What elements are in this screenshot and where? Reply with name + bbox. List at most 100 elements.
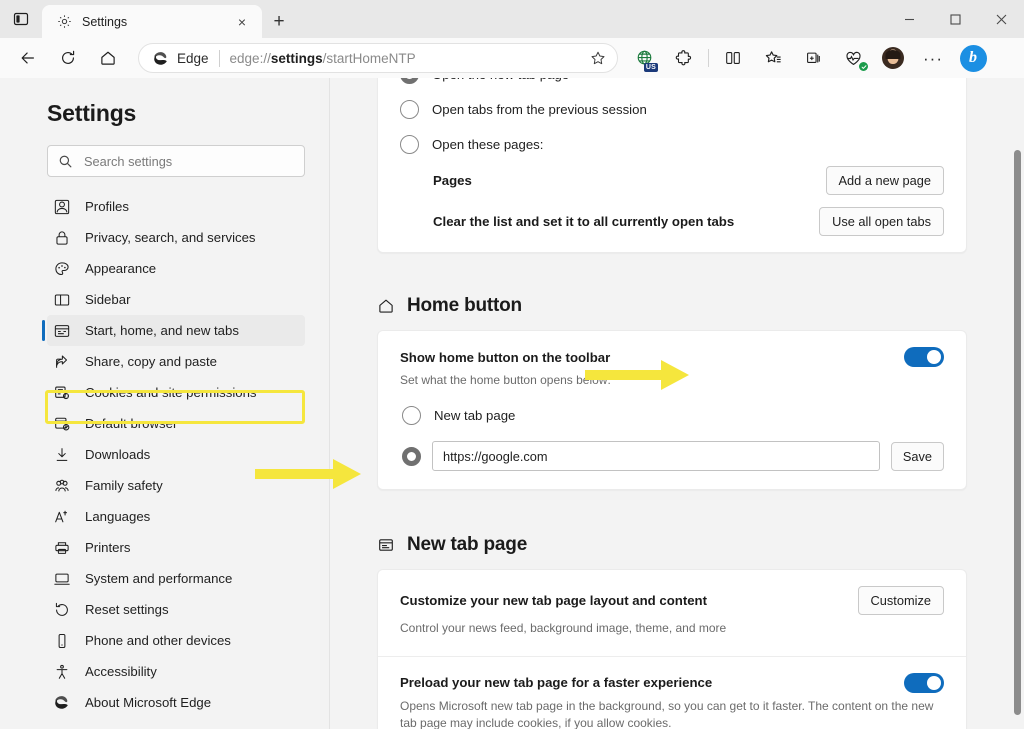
vpn-region-badge: US bbox=[643, 63, 658, 72]
show-home-button-label: Show home button on the toolbar bbox=[400, 349, 611, 365]
customize-button[interactable]: Customize bbox=[857, 586, 944, 616]
show-home-toggle[interactable] bbox=[904, 347, 944, 367]
palette-icon bbox=[52, 259, 71, 278]
sidebar-item-reset-settings[interactable]: Reset settings bbox=[47, 594, 305, 625]
sidebar-item-label: Start, home, and new tabs bbox=[85, 323, 239, 338]
radio-home-new-tab-page[interactable]: New tab page bbox=[400, 406, 944, 426]
sidebar-icon bbox=[52, 290, 71, 309]
radio-open-new-tab-page[interactable]: Open the new tab page bbox=[400, 78, 944, 84]
system-icon bbox=[52, 569, 71, 588]
window-controls bbox=[886, 0, 1024, 38]
new-tab-page-section-header: New tab page bbox=[377, 534, 1007, 556]
sidebar-item-label: Downloads bbox=[85, 447, 151, 462]
tab-close-button[interactable]: × bbox=[230, 10, 254, 34]
save-home-url-button[interactable]: Save bbox=[890, 441, 944, 471]
lock-icon bbox=[52, 228, 71, 247]
extensions-puzzle-icon[interactable] bbox=[667, 42, 701, 74]
sidebar-item-phone-and-other-devices[interactable]: Phone and other devices bbox=[47, 625, 305, 656]
browser-toolbar: Edge edge://settings/startHomeNTP US ···… bbox=[0, 38, 1024, 78]
sidebar-item-downloads[interactable]: Downloads bbox=[47, 439, 305, 470]
close-button[interactable] bbox=[978, 0, 1024, 38]
preload-ntp-label: Preload your new tab page for a faster e… bbox=[400, 675, 713, 691]
url-suffix: /startHomeNTP bbox=[322, 50, 416, 66]
bing-icon: b bbox=[959, 44, 987, 72]
profile-avatar[interactable] bbox=[876, 42, 910, 74]
home-button-card: Show home button on the toolbar Set what… bbox=[377, 330, 967, 491]
new-tab-page-card: Customize your new tab page layout and c… bbox=[377, 569, 967, 729]
browser-tab-settings[interactable]: Settings × bbox=[42, 5, 262, 38]
clear-list-label: Clear the list and set it to all current… bbox=[433, 214, 735, 229]
new-tab-button[interactable]: + bbox=[262, 5, 296, 38]
edge-logo-icon bbox=[52, 693, 71, 712]
sidebar-item-label: Languages bbox=[85, 509, 151, 524]
set-what-home-opens-label: Set what the home button opens below: bbox=[400, 373, 611, 387]
vertical-scrollbar[interactable] bbox=[1010, 78, 1024, 729]
sidebar-item-about-microsoft-edge[interactable]: About Microsoft Edge bbox=[47, 687, 305, 718]
share-icon bbox=[52, 352, 71, 371]
omnibox-url[interactable]: edge://settings/startHomeNTP bbox=[230, 51, 577, 66]
maximize-button[interactable] bbox=[932, 0, 978, 38]
settings-page: Settings Search settings Profiles Privacy… bbox=[0, 78, 1024, 729]
omnibox-brand-label: Edge bbox=[177, 50, 209, 66]
copilot-bing-button[interactable]: b bbox=[956, 42, 990, 74]
sidebar-item-cookies-and-site-permissions[interactable]: Cookies and site permissions bbox=[47, 377, 305, 408]
sidebar-item-label: Default browser bbox=[85, 416, 178, 431]
add-a-new-page-button[interactable]: Add a new page bbox=[825, 166, 944, 195]
title-bar: Settings × + bbox=[0, 0, 1024, 38]
home-url-input[interactable]: https://google.com bbox=[432, 441, 880, 472]
radio-open-these-pages[interactable]: Open these pages: bbox=[400, 135, 944, 154]
edge-logo-icon bbox=[152, 50, 169, 67]
radio-indicator bbox=[402, 406, 421, 426]
sidebar-item-label: Profiles bbox=[85, 199, 129, 214]
sidebar-item-languages[interactable]: Languages bbox=[47, 501, 305, 532]
scrollbar-thumb[interactable] bbox=[1014, 150, 1021, 715]
radio-open-previous-session[interactable]: Open tabs from the previous session bbox=[400, 100, 944, 119]
vpn-globe-icon[interactable]: US bbox=[627, 42, 661, 74]
sidebar-item-appearance[interactable]: Appearance bbox=[47, 253, 305, 284]
back-arrow-icon[interactable] bbox=[11, 42, 45, 74]
settings-sidebar: Settings Search settings Profiles Privacy… bbox=[0, 78, 330, 729]
sidebar-item-share-copy-and-paste[interactable]: Share, copy and paste bbox=[47, 346, 305, 377]
tab-search-icon[interactable] bbox=[0, 0, 42, 38]
radio-indicator bbox=[400, 78, 419, 84]
use-all-open-tabs-button[interactable]: Use all open tabs bbox=[819, 207, 944, 236]
sidebar-item-printers[interactable]: Printers bbox=[47, 532, 305, 563]
sidebar-item-label: Appearance bbox=[85, 261, 157, 276]
radio-label: Open the new tab page bbox=[432, 78, 569, 82]
avatar-image bbox=[882, 47, 904, 69]
sidebar-item-label: About Microsoft Edge bbox=[85, 695, 212, 710]
search-settings-input[interactable]: Search settings bbox=[47, 145, 305, 177]
search-icon bbox=[58, 154, 73, 169]
sidebar-item-start-home-and-new-tabs[interactable]: Start, home, and new tabs bbox=[42, 315, 305, 346]
refresh-icon[interactable] bbox=[51, 42, 85, 74]
tab-title: Settings bbox=[82, 14, 128, 29]
settings-content-pane: Open the new tab page Open tabs from the… bbox=[331, 78, 1024, 729]
home-url-radio[interactable] bbox=[402, 446, 421, 466]
sidebar-item-label: System and performance bbox=[85, 571, 233, 586]
sidebar-item-system-and-performance[interactable]: System and performance bbox=[47, 563, 305, 594]
startup-card: Open the new tab page Open tabs from the… bbox=[377, 78, 967, 253]
radio-indicator bbox=[400, 100, 419, 119]
home-icon[interactable] bbox=[91, 42, 125, 74]
sidebar-item-privacy-search-and-services[interactable]: Privacy, search, and services bbox=[47, 222, 305, 253]
toolbar-right-icons: US ··· b bbox=[624, 42, 993, 74]
cookies-icon bbox=[52, 383, 71, 402]
favorite-star-icon[interactable] bbox=[585, 45, 611, 71]
minimize-button[interactable] bbox=[886, 0, 932, 38]
more-options-button[interactable]: ··· bbox=[916, 42, 950, 74]
sidebar-item-sidebar[interactable]: Sidebar bbox=[47, 284, 305, 315]
sidebar-item-family-safety[interactable]: Family safety bbox=[47, 470, 305, 501]
split-screen-icon[interactable] bbox=[716, 42, 750, 74]
preload-ntp-toggle[interactable] bbox=[904, 672, 944, 693]
sidebar-item-default-browser[interactable]: Default browser bbox=[47, 408, 305, 439]
collections-icon[interactable] bbox=[796, 42, 830, 74]
printer-icon bbox=[52, 538, 71, 557]
home-url-row: https://google.com Save bbox=[400, 441, 944, 472]
browser-essentials-icon[interactable] bbox=[836, 42, 870, 74]
phone-icon bbox=[52, 631, 71, 650]
sidebar-item-profiles[interactable]: Profiles bbox=[47, 191, 305, 222]
sidebar-item-accessibility[interactable]: Accessibility bbox=[47, 656, 305, 687]
address-bar[interactable]: Edge edge://settings/startHomeNTP bbox=[138, 43, 618, 73]
home-button-section-header: Home button bbox=[377, 295, 1007, 317]
favorites-icon[interactable] bbox=[756, 42, 790, 74]
